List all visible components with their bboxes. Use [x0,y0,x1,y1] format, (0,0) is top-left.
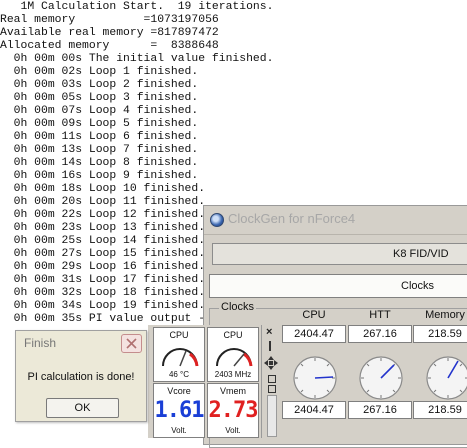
log-line: 0h 00m 29s Loop 16 finished. [0,261,206,273]
log-line: 0h 00m 14s Loop 8 finished. [0,157,199,169]
options-icon[interactable] [268,385,276,393]
clockgen-titlebar[interactable]: ClockGen for nForce4 [204,206,467,235]
htt-clock-value-2: 267.16 [348,401,412,419]
log-line: 0h 00m 09s Loop 5 finished. [0,118,199,130]
cpu-temp-gauge-icon [162,348,199,367]
vmem-cell: Vmem 2.73 Volt. [207,383,259,438]
log-line: Real memory =1073197056 [0,14,219,26]
vmem-label: Vmem [219,386,246,396]
close-icon [126,338,137,349]
finish-dialog-message: PI calculation is done! [27,371,135,383]
gadget-scrollbar[interactable] [267,395,277,437]
memory-clock-gauge [426,356,467,400]
cpu-clock-reading: 2403 MHz [214,370,252,379]
log-line: Allocated memory = 8388648 [0,40,219,52]
log-line: 0h 00m 00s The initial value finished. [0,53,274,65]
vcore-unit: Volt. [171,426,187,435]
finish-dialog-title: Finish [24,336,57,350]
close-icon[interactable]: × [266,326,272,338]
log-line: 1M Calculation Start. 19 iterations. [0,1,274,13]
log-line: 0h 00m 18s Loop 10 finished. [0,183,206,195]
log-line: 0h 00m 07s Loop 4 finished. [0,105,199,117]
log-line: 0h 00m 25s Loop 14 finished. [0,235,206,247]
cpu-temp-cell: CPU 46 °C [153,327,205,382]
log-line: 0h 00m 03s Loop 2 finished. [0,79,199,91]
vcore-cell: Vcore 1.61 Volt. [153,383,205,438]
memory-clock-value-2: 218.59 [413,401,467,419]
tab-k8-fid-vid[interactable]: K8 FID/VID [393,248,449,260]
vcore-digits: 1.61 [154,398,205,423]
log-line: 0h 00m 16s Loop 9 finished. [0,170,199,182]
log-line: Available real memory =817897472 [0,27,219,39]
vmem-unit: Volt. [225,426,241,435]
cpu-clock-meter-icon [216,348,253,367]
move-handle-icon[interactable] [263,355,279,371]
log-line: 0h 00m 11s Loop 6 finished. [0,131,199,143]
cpu-clock-value: 2404.47 [282,325,346,343]
log-line: 0h 00m 02s Loop 1 finished. [0,66,199,78]
htt-clock-gauge [359,356,403,400]
cpu-clock-gauge [293,356,337,400]
clocks-group-label: Clocks [219,301,257,313]
log-line: 0h 00m 05s Loop 3 finished. [0,92,199,104]
finish-dialog-close-button[interactable] [121,334,142,353]
tab-bar: K8 FID/VID [212,243,467,265]
header-memory: Memory [425,309,465,321]
cpu-clock-cell: CPU 2403 MHz [207,327,259,382]
log-line: 0h 00m 32s Loop 18 finished. [0,287,206,299]
log-line: 0h 00m 34s Loop 19 finished. [0,300,206,312]
log-line: 0h 00m 13s Loop 7 finished. [0,144,199,156]
header-htt: HTT [369,309,391,321]
restore-icon[interactable] [268,375,276,383]
vcore-label: Vcore [167,386,191,396]
log-line: 0h 00m 27s Loop 15 finished. [0,248,206,260]
memory-clock-value: 218.59 [413,325,467,343]
cpu-temp-value: 46 °C [168,370,190,379]
log-line: 0h 00m 20s Loop 11 finished. [0,196,206,208]
ok-button[interactable]: OK [46,398,119,418]
clockgen-title: ClockGen for nForce4 [228,211,356,226]
clocks-button-label: Clocks [401,280,435,292]
vmem-digits: 2.73 [208,398,259,423]
clockgen-app-icon [210,213,224,227]
header-cpu: CPU [302,309,326,321]
log-line: 0h 00m 22s Loop 12 finished. [0,209,206,221]
finish-dialog: Finish PI calculation is done! OK [15,330,147,422]
cpu-clock-value-2: 2404.47 [282,401,346,419]
log-line: 0h 00m 31s Loop 17 finished. [0,274,206,286]
log-line: 0h 00m 23s Loop 13 finished. [0,222,206,234]
cpu-clock-label: CPU [223,330,243,340]
gadget-toolstrip: × [261,325,281,438]
minimize-icon[interactable] [269,341,271,351]
htt-clock-value: 267.16 [348,325,412,343]
clocks-button[interactable]: Clocks [209,274,467,298]
cpu-temp-label: CPU [169,330,189,340]
